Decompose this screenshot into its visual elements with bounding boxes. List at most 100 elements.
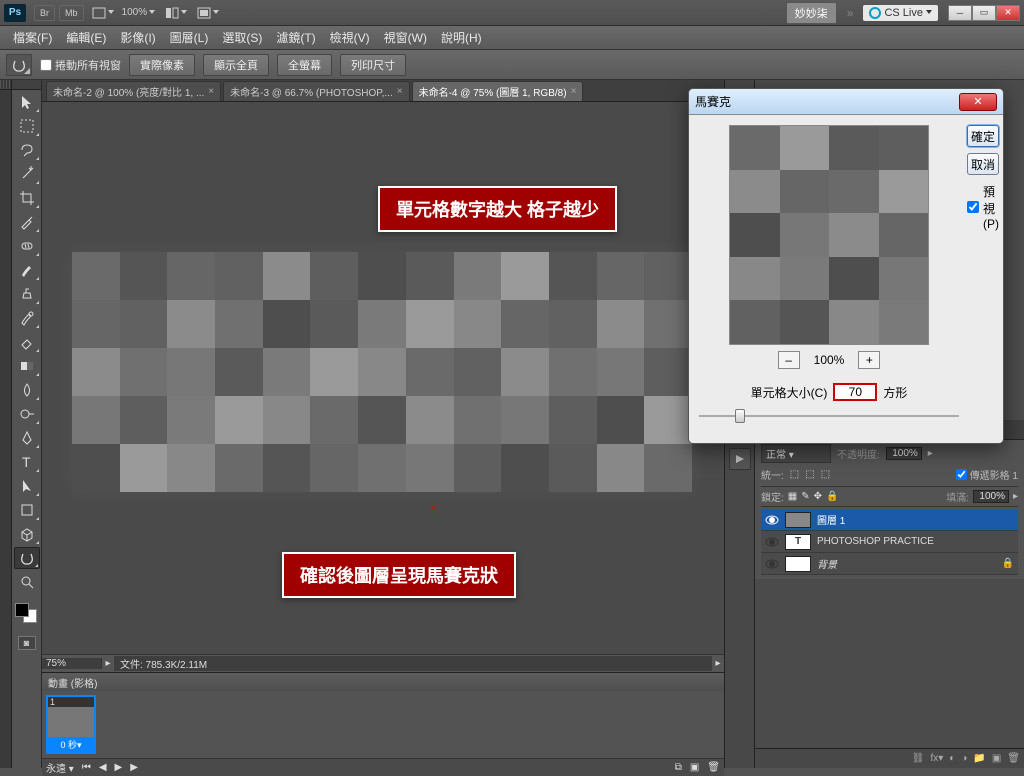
window-maximize[interactable]: ▭: [972, 5, 996, 21]
minibridge-button[interactable]: Mb: [59, 5, 84, 21]
history-brush-tool[interactable]: [14, 307, 40, 329]
group-icon[interactable]: 📁: [973, 753, 985, 764]
print-size-button[interactable]: 列印尺寸: [340, 54, 406, 76]
current-tool-indicator[interactable]: [6, 54, 32, 76]
close-icon[interactable]: ×: [571, 86, 577, 97]
layout-dropdown[interactable]: [90, 7, 114, 19]
screen-mode-dropdown[interactable]: [195, 7, 219, 19]
blur-tool[interactable]: [14, 379, 40, 401]
zoom-tool[interactable]: [14, 571, 40, 593]
chevron-right-icon[interactable]: »: [847, 6, 854, 20]
window-minimize[interactable]: ─: [948, 5, 972, 21]
gradient-tool[interactable]: [14, 355, 40, 377]
menu-view[interactable]: 檢視(V): [323, 29, 377, 46]
clone-stamp-tool[interactable]: [14, 283, 40, 305]
menu-edit[interactable]: 編輯(E): [59, 29, 113, 46]
menu-help[interactable]: 說明(H): [434, 29, 489, 46]
shape-tool[interactable]: [14, 499, 40, 521]
dialog-close-button[interactable]: ✕: [959, 93, 997, 111]
type-layer-icon[interactable]: T: [785, 534, 811, 550]
crop-tool[interactable]: [14, 187, 40, 209]
scroll-all-windows-checkbox[interactable]: 捲動所有視窗: [40, 57, 121, 73]
document-tab[interactable]: 未命名-3 @ 66.7% (PHOTOSHOP,...×: [223, 81, 409, 101]
magic-wand-tool[interactable]: [14, 163, 40, 185]
ok-button[interactable]: 確定: [967, 125, 999, 147]
quick-mask-toggle[interactable]: ◙: [18, 636, 36, 650]
dodge-tool[interactable]: [14, 403, 40, 425]
layer-name[interactable]: 背景: [817, 556, 837, 571]
slider-thumb[interactable]: [735, 409, 745, 423]
layer-row[interactable]: 背景 🔒: [761, 553, 1018, 575]
hand-tool[interactable]: [14, 547, 40, 569]
checkbox[interactable]: [40, 59, 52, 71]
actual-pixels-button[interactable]: 實際像素: [129, 54, 195, 76]
lock-all-icon[interactable]: 🔒: [826, 491, 838, 502]
window-close[interactable]: ✕: [996, 5, 1020, 21]
healing-brush-tool[interactable]: [14, 235, 40, 257]
document-tab[interactable]: 未命名-2 @ 100% (亮度/對比 1, ...×: [46, 81, 221, 101]
new-layer-icon[interactable]: ▣: [992, 753, 1001, 764]
actions-panel-icon[interactable]: [729, 448, 751, 470]
move-tool[interactable]: [14, 91, 40, 113]
lasso-tool[interactable]: [14, 139, 40, 161]
layer-thumbnail[interactable]: [785, 512, 811, 528]
eyedropper-tool[interactable]: [14, 211, 40, 233]
chevron-right-icon[interactable]: ▸: [102, 658, 114, 669]
animation-frame[interactable]: 1 0 秒▾: [46, 695, 96, 754]
layer-row[interactable]: 圖層 1: [761, 509, 1018, 531]
type-tool[interactable]: T: [14, 451, 40, 473]
opacity-field[interactable]: 100%: [886, 447, 922, 460]
zoom-out-button[interactable]: –: [778, 351, 800, 369]
layer-name[interactable]: PHOTOSHOP PRACTICE: [817, 536, 934, 547]
adjustment-layer-icon[interactable]: ◑: [961, 753, 967, 764]
frame-delay[interactable]: 0 秒▾: [48, 737, 94, 752]
document-info[interactable]: 文件: 785.3K/2.11M: [114, 656, 712, 671]
collapsed-dock[interactable]: [0, 80, 12, 768]
marquee-tool[interactable]: [14, 115, 40, 137]
link-layers-icon[interactable]: ⛓: [912, 753, 925, 764]
blend-mode-select[interactable]: 正常 ▾: [761, 444, 831, 463]
layer-row[interactable]: T PHOTOSHOP PRACTICE: [761, 531, 1018, 553]
layer-thumbnail[interactable]: [785, 556, 811, 572]
visibility-icon[interactable]: [765, 535, 779, 549]
cslive-button[interactable]: CS Live: [863, 5, 938, 21]
3d-tool[interactable]: [14, 523, 40, 545]
eraser-tool[interactable]: [14, 331, 40, 353]
menu-layer[interactable]: 圖層(L): [163, 29, 216, 46]
layer-style-icon[interactable]: fx▾: [930, 753, 943, 764]
propagate-frame-checkbox[interactable]: 傳遞影格 1: [956, 467, 1018, 482]
preview-checkbox[interactable]: 預視(P): [967, 183, 999, 231]
foreground-color[interactable]: [15, 603, 29, 617]
delete-layer-icon[interactable]: 🗑: [1007, 753, 1020, 764]
zoom-in-button[interactable]: +: [858, 351, 880, 369]
fill-screen-button[interactable]: 全螢幕: [277, 54, 332, 76]
visibility-icon[interactable]: [765, 513, 779, 527]
fit-screen-button[interactable]: 顯示全頁: [203, 54, 269, 76]
menu-window[interactable]: 視窗(W): [377, 29, 434, 46]
filter-preview[interactable]: [729, 125, 929, 345]
pen-tool[interactable]: [14, 427, 40, 449]
canvas-area[interactable]: 單元格數字越大 格子越少 ↑ 確認後圖層呈現馬賽克狀: [42, 102, 724, 654]
workspace-switcher[interactable]: 妙妙柒: [786, 2, 837, 24]
close-icon[interactable]: ×: [208, 86, 214, 97]
dialog-titlebar[interactable]: 馬賽克 ✕: [689, 89, 1003, 115]
panel-grip[interactable]: [12, 80, 41, 90]
cancel-button[interactable]: 取消: [967, 153, 999, 175]
menu-select[interactable]: 選取(S): [215, 29, 269, 46]
cell-size-input[interactable]: [833, 383, 877, 401]
bridge-button[interactable]: Br: [34, 5, 55, 21]
menu-file[interactable]: 檔案(F): [6, 29, 59, 46]
zoom-field[interactable]: 75%: [42, 658, 102, 669]
lock-position-icon[interactable]: ✥: [814, 491, 822, 502]
menu-image[interactable]: 影像(I): [113, 29, 162, 46]
unify-visibility-icon[interactable]: ⬚: [805, 469, 814, 480]
color-swatches[interactable]: [12, 600, 41, 634]
zoom-dropdown[interactable]: 100%: [122, 7, 156, 18]
document-tab[interactable]: 未命名-4 @ 75% (圖層 1, RGB/8)×: [412, 81, 584, 101]
brush-tool[interactable]: [14, 259, 40, 281]
cell-size-slider[interactable]: [699, 407, 959, 425]
menu-filter[interactable]: 濾鏡(T): [269, 29, 322, 46]
unify-position-icon[interactable]: ⬚: [790, 469, 799, 480]
layer-name[interactable]: 圖層 1: [817, 512, 845, 527]
layer-mask-icon[interactable]: ◐: [949, 753, 955, 764]
